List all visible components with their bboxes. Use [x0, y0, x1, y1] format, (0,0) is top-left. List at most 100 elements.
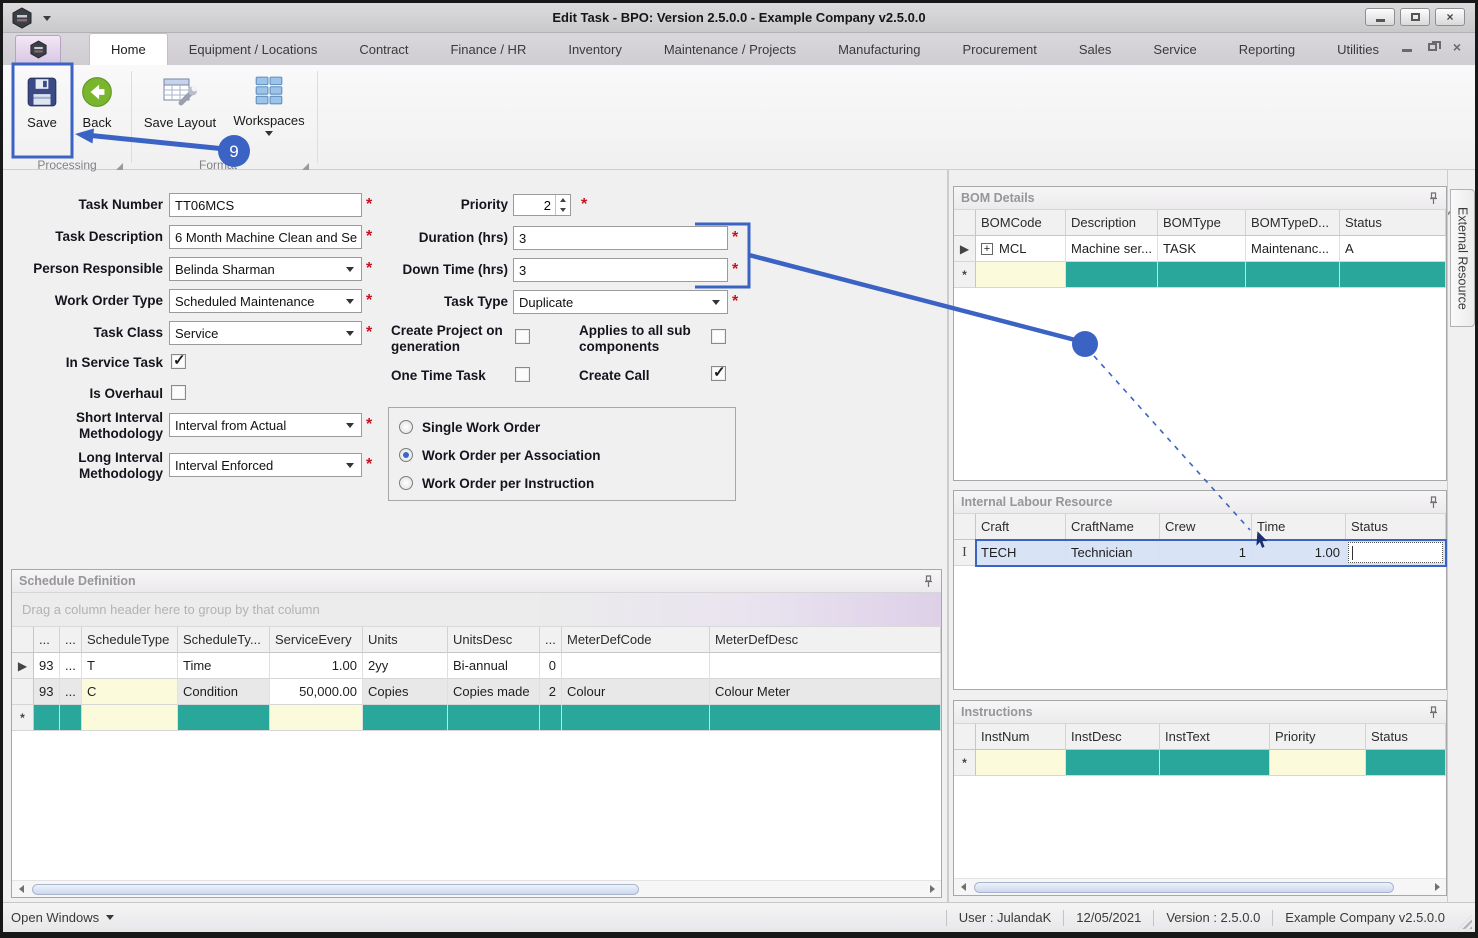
- cell-unitsdesc[interactable]: Bi-annual: [448, 653, 540, 679]
- schedule-hscrollbar[interactable]: [12, 880, 941, 897]
- task-number-input[interactable]: TT06MCS: [169, 193, 362, 217]
- cell-scheduletydesc[interactable]: Condition: [178, 679, 270, 705]
- scroll-right-icon[interactable]: [1428, 883, 1446, 891]
- save-layout-button[interactable]: Save Layout: [141, 71, 219, 155]
- task-class-combo[interactable]: Service: [169, 321, 362, 345]
- cell-unitsdesc[interactable]: Copies made: [448, 679, 540, 705]
- new-cell[interactable]: [60, 705, 82, 731]
- task-description-input[interactable]: 6 Month Machine Clean and Se: [169, 225, 362, 249]
- create-call-checkbox[interactable]: [711, 366, 726, 381]
- new-cell[interactable]: [363, 705, 448, 731]
- new-cell[interactable]: [1066, 262, 1158, 288]
- column-header-description[interactable]: Description: [1066, 210, 1158, 236]
- column-header-meterdefdesc[interactable]: MeterDefDesc: [710, 627, 941, 653]
- tab-utilities[interactable]: Utilities: [1316, 33, 1400, 65]
- new-cell[interactable]: [82, 705, 178, 731]
- ribbon-close-icon[interactable]: ×: [1453, 40, 1461, 54]
- cell-description[interactable]: Machine ser...: [1066, 236, 1158, 262]
- new-cell[interactable]: [1366, 750, 1446, 776]
- scroll-track[interactable]: [30, 881, 923, 897]
- maximize-button[interactable]: [1400, 8, 1430, 26]
- app-menu-button[interactable]: [15, 35, 61, 64]
- schedule-row-1[interactable]: ▶ 93 ... T Time 1.00 2yy Bi-annual 0: [12, 653, 941, 679]
- column-header-instdesc[interactable]: InstDesc: [1066, 724, 1160, 750]
- labour-selected-row[interactable]: I TECH Technician 1 1.00: [954, 539, 1447, 567]
- column-header-status[interactable]: Status: [1346, 514, 1446, 540]
- pin-icon[interactable]: [1428, 705, 1439, 719]
- ribbon-minimize-icon[interactable]: [1401, 48, 1412, 52]
- scroll-left-icon[interactable]: [954, 883, 972, 891]
- column-header-craftname[interactable]: CraftName: [1066, 514, 1160, 540]
- radio-icon[interactable]: [399, 476, 413, 490]
- duration-input[interactable]: 3: [513, 226, 728, 250]
- new-cell[interactable]: [1160, 750, 1270, 776]
- scroll-left-icon[interactable]: [12, 885, 30, 893]
- cell-b[interactable]: ...: [60, 679, 82, 705]
- cell-units[interactable]: 2yy: [363, 653, 448, 679]
- pin-icon[interactable]: [1428, 495, 1439, 509]
- cell-craft[interactable]: TECH: [976, 540, 1066, 566]
- in-service-task-checkbox[interactable]: [171, 354, 186, 369]
- new-cell[interactable]: [1158, 262, 1246, 288]
- down-time-input[interactable]: 3: [513, 258, 728, 282]
- cell-crew[interactable]: 1: [1160, 540, 1252, 566]
- cell-b[interactable]: ...: [60, 653, 82, 679]
- close-button[interactable]: ×: [1435, 8, 1465, 26]
- pin-icon[interactable]: [1428, 191, 1439, 205]
- cell-scheduletype[interactable]: C: [82, 679, 178, 705]
- radio-icon[interactable]: [399, 420, 413, 434]
- cell-time[interactable]: 1.00: [1252, 540, 1346, 566]
- tab-manufacturing[interactable]: Manufacturing: [817, 33, 941, 65]
- open-windows-button[interactable]: Open Windows: [11, 910, 115, 925]
- new-cell[interactable]: [562, 705, 710, 731]
- new-cell[interactable]: [1066, 750, 1160, 776]
- cell-bomtype[interactable]: TASK: [1158, 236, 1246, 262]
- cell-a[interactable]: 93: [34, 653, 60, 679]
- priority-spinner[interactable]: 2: [513, 194, 571, 216]
- scroll-thumb[interactable]: [32, 884, 640, 895]
- expand-icon[interactable]: +: [981, 242, 993, 255]
- tab-finance-hr[interactable]: Finance / HR: [429, 33, 547, 65]
- cell-scheduletype[interactable]: T: [82, 653, 178, 679]
- cell-c[interactable]: 2: [540, 679, 562, 705]
- cell-meterdefcode[interactable]: Colour: [562, 679, 710, 705]
- group-by-bar[interactable]: Drag a column header here to group by th…: [12, 593, 941, 627]
- instructions-new-row[interactable]: *: [954, 750, 1446, 776]
- task-type-combo[interactable]: Duplicate: [513, 290, 728, 314]
- cell-bomtyped[interactable]: Maintenanc...: [1246, 236, 1340, 262]
- save-button[interactable]: Save: [15, 71, 69, 155]
- cell-meterdefcode[interactable]: [562, 653, 710, 679]
- cell-serviceevery[interactable]: 1.00: [270, 653, 363, 679]
- column-header-b[interactable]: ...: [60, 627, 82, 653]
- spin-down-icon[interactable]: [556, 205, 570, 215]
- cell-status[interactable]: A: [1340, 236, 1446, 262]
- cell-scheduletydesc[interactable]: Time: [178, 653, 270, 679]
- new-cell[interactable]: [976, 262, 1066, 288]
- bom-data-row[interactable]: ▶ + MCL Machine ser... TASK Maintenanc..…: [954, 236, 1446, 262]
- new-cell[interactable]: [1246, 262, 1340, 288]
- column-header-scheduletype[interactable]: ScheduleType: [82, 627, 178, 653]
- tab-sales[interactable]: Sales: [1058, 33, 1133, 65]
- spin-up-icon[interactable]: [556, 195, 570, 205]
- create-project-checkbox[interactable]: [515, 329, 530, 344]
- applies-sub-components-checkbox[interactable]: [711, 329, 726, 344]
- cell-units[interactable]: Copies: [363, 679, 448, 705]
- cell-c[interactable]: 0: [540, 653, 562, 679]
- column-header-status[interactable]: Status: [1366, 724, 1446, 750]
- cell-status-editing[interactable]: [1346, 540, 1446, 566]
- column-header-units[interactable]: Units: [363, 627, 448, 653]
- new-cell[interactable]: [540, 705, 562, 731]
- work-order-per-association-option[interactable]: Work Order per Association: [389, 441, 735, 469]
- column-header-unitsdesc[interactable]: UnitsDesc: [448, 627, 540, 653]
- short-interval-methodology-combo[interactable]: Interval from Actual: [169, 413, 362, 437]
- column-header-status[interactable]: Status: [1340, 210, 1446, 236]
- column-header-instnum[interactable]: InstNum: [976, 724, 1066, 750]
- new-cell[interactable]: [1340, 262, 1446, 288]
- single-work-order-option[interactable]: Single Work Order: [389, 413, 735, 441]
- dialog-launcher-icon[interactable]: [302, 163, 309, 170]
- new-cell[interactable]: [1270, 750, 1366, 776]
- column-header-priority[interactable]: Priority: [1270, 724, 1366, 750]
- back-button[interactable]: Back: [73, 71, 121, 155]
- cell-a[interactable]: 93: [34, 679, 60, 705]
- cell-meterdefdesc[interactable]: Colour Meter: [710, 679, 941, 705]
